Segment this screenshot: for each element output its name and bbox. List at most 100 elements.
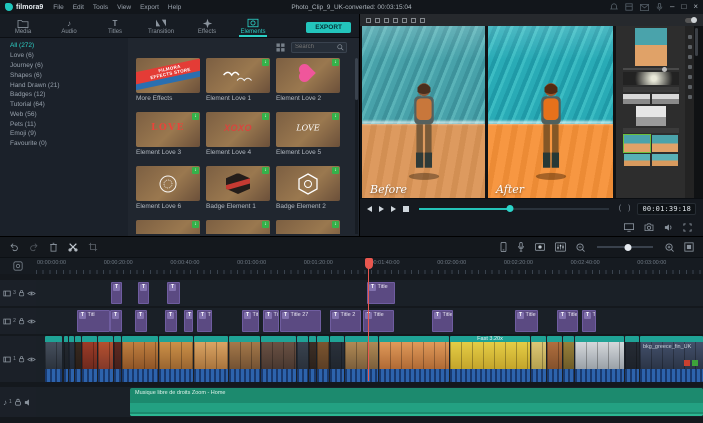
title-clip[interactable]: T Title [557,310,578,332]
video-clip[interactable] [345,336,378,382]
sidebar-item[interactable]: Love (6) [7,51,128,61]
zoom-knob[interactable] [624,243,632,251]
video-clip[interactable] [64,336,68,382]
track-2-header[interactable]: 2 [0,308,36,334]
video-clip[interactable] [531,336,546,382]
time-ruler[interactable]: 00:00:00:00 00:00:20:00 00:00:40:00 00:01:0… [36,258,703,274]
video-clip[interactable] [563,336,574,382]
element-card[interactable]: ↓ [206,220,270,234]
stop-button[interactable] [403,205,409,212]
title-clip[interactable]: T [110,310,122,332]
video-clip[interactable] [45,336,62,382]
video-clip[interactable] [194,336,228,382]
tab-transition[interactable]: Transition [138,18,184,37]
elements-scrollbar[interactable] [355,58,358,234]
video-clip[interactable]: bkg_greece_fin_UK [640,336,703,382]
manage-tracks-button[interactable] [0,258,36,274]
music-clip[interactable]: Musique libre de droits Zoom - Home [130,388,703,416]
title-clip[interactable]: TTitle 27 [515,310,538,332]
sidebar-item[interactable]: Tutorial (64) [7,100,128,110]
element-card[interactable]: ↓ Element Love 1 [206,58,270,102]
tab-media[interactable]: Media [0,18,46,37]
video-clip[interactable] [159,336,193,382]
title-clip[interactable]: T [167,282,180,304]
mic-icon[interactable] [656,3,663,11]
lock-icon[interactable] [18,317,25,325]
element-card[interactable]: ↓ Badge Element 1 [206,166,270,210]
video-clip[interactable] [625,336,639,382]
video-clip[interactable] [98,336,113,382]
title-clip[interactable]: TTitl [582,310,596,332]
tab-titles[interactable]: T Titles [92,18,138,37]
snapshot-camera-icon[interactable] [644,223,654,231]
sidebar-item[interactable]: Shapes (6) [7,70,128,80]
mark-out-icon[interactable]: ) [628,205,630,212]
sidebar-item[interactable]: All (272) [7,41,128,51]
eye-icon[interactable] [27,356,36,363]
title-clip[interactable]: T [138,282,149,304]
seek-slider[interactable] [419,205,609,212]
progress-knob[interactable] [506,205,514,212]
preview-video[interactable]: Before After [360,14,703,198]
element-card[interactable]: ↓ Badge Element 2 [276,166,340,210]
lane-audio[interactable]: Musique libre de droits Zoom - Home [36,387,703,417]
video-clip[interactable] [82,336,97,382]
element-card[interactable]: ↓ XOXO Element Love 4 [206,112,270,156]
element-card[interactable]: ↓ [276,220,340,234]
tab-elements[interactable]: Elements [230,18,276,37]
video-clip[interactable] [114,336,121,382]
title-clip[interactable]: T Title 2 [330,310,361,332]
title-clip[interactable]: TT [135,310,147,332]
sidebar-item[interactable]: Journey (6) [7,61,128,71]
speaker-icon[interactable] [24,398,33,407]
element-card[interactable]: ↓ LOVE Element Love 5 [276,112,340,156]
zoom-in-icon[interactable] [665,242,674,252]
play-button[interactable] [379,205,384,212]
element-card[interactable]: ↓ Element Love 2 [276,58,340,102]
title-clip[interactable]: T [111,282,122,304]
search-input[interactable] [295,44,337,50]
menu-edit[interactable]: Edit [73,4,84,11]
timeline-zoom-slider[interactable] [597,243,653,251]
fit-timeline-icon[interactable] [684,242,694,252]
video-clip[interactable] [297,336,308,382]
grid-view-icon[interactable] [276,42,285,52]
undo-icon[interactable] [9,242,19,252]
lock-icon[interactable] [18,289,25,297]
close-button[interactable]: × [693,0,698,14]
element-card[interactable]: ↓ LOVE Element Love 3 [136,112,200,156]
split-scissors-icon[interactable] [68,242,78,252]
minimize-button[interactable]: – [670,0,674,14]
menu-file[interactable]: File [53,4,63,11]
feedback-mail-icon[interactable] [640,3,650,11]
audio-mixer-icon[interactable] [555,242,566,252]
sidebar-item[interactable]: Emoji (9) [7,129,128,139]
element-card[interactable]: ↓ Element Love 6 [136,166,200,210]
volume-icon[interactable] [664,223,673,232]
lock-icon[interactable] [14,398,22,406]
video-clip[interactable] [330,336,344,382]
lane-1[interactable]: Fast 3.20x bkg_greece_fin_UK [36,336,703,382]
redo-icon[interactable] [29,242,39,252]
notification-bell-icon[interactable] [610,3,618,11]
title-clip[interactable]: TTitl [77,310,110,332]
title-clip[interactable]: T Title [363,310,394,332]
video-clip[interactable] [379,336,449,382]
video-clip[interactable] [575,336,624,382]
search-box[interactable] [291,41,347,53]
video-clip[interactable] [317,336,329,382]
maximize-button[interactable]: □ [681,0,686,14]
video-clip[interactable] [229,336,260,382]
record-device-icon[interactable] [500,242,507,252]
title-clip[interactable]: T Ti [263,310,279,332]
eye-icon[interactable] [27,318,36,325]
sidebar-item[interactable]: Hand Drawn (21) [7,80,128,90]
eye-icon[interactable] [27,290,36,297]
video-clip[interactable] [69,336,74,382]
video-clip[interactable] [122,336,158,382]
menu-view[interactable]: View [117,4,131,11]
video-clip[interactable]: Fast 3.20x [450,336,530,382]
zoom-out-icon[interactable] [576,242,585,252]
element-card[interactable]: ↓ [136,220,200,234]
screen-record-icon[interactable] [535,242,545,252]
